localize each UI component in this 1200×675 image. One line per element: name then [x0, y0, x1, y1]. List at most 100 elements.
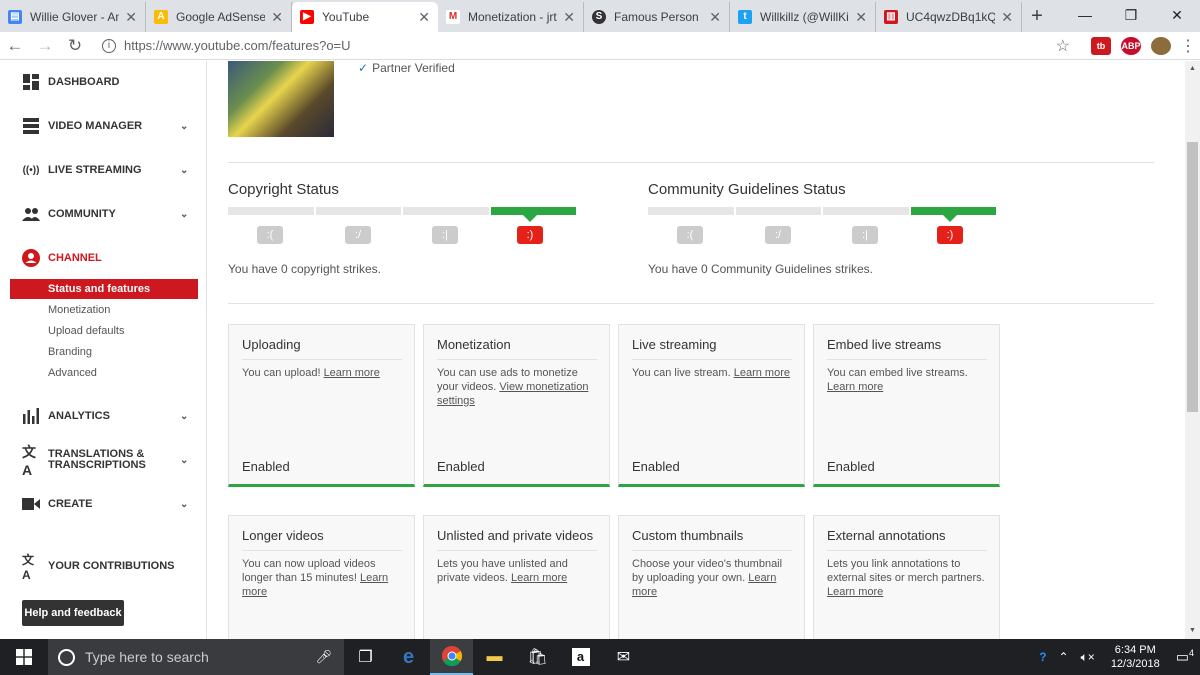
learn-more-link[interactable]: Learn more	[734, 367, 790, 379]
browser-tab[interactable]: t Willkillz (@WillKill ✕	[730, 2, 876, 32]
help-icon[interactable]: ?	[1033, 650, 1052, 664]
strike-segment	[403, 207, 489, 215]
profile-avatar-icon[interactable]	[1151, 36, 1171, 55]
notification-center-icon[interactable]: ▭4	[1170, 648, 1200, 666]
sidebar-item-channel[interactable]: CHANNEL	[0, 240, 200, 276]
close-window-icon[interactable]: ✕	[1154, 0, 1200, 30]
learn-more-link[interactable]: Learn more	[511, 572, 567, 584]
sidebar-item-community[interactable]: COMMUNITY ⌄	[0, 196, 200, 232]
chevron-down-icon[interactable]: ⌄	[180, 209, 200, 220]
forward-icon[interactable]: →	[30, 36, 60, 56]
learn-more-link[interactable]: Learn more	[827, 381, 883, 393]
new-tab-button[interactable]: +	[1022, 2, 1052, 32]
browser-tab-strip: ▤ Willie Glover - Am ✕ A Google AdSense …	[0, 0, 1200, 32]
edge-icon[interactable]: e	[387, 639, 430, 675]
sidebar-item-create[interactable]: CREATE ⌄	[0, 486, 200, 522]
card-title: External annotations	[827, 528, 987, 551]
close-icon[interactable]: ✕	[271, 9, 283, 26]
mail-icon[interactable]: ✉	[602, 639, 645, 675]
system-tray: ? ⌃ 🔈︎× 6:34 PM 12/3/2018 ▭4	[1033, 639, 1200, 675]
clock-date: 12/3/2018	[1110, 658, 1160, 670]
chevron-down-icon[interactable]: ⌄	[180, 165, 200, 176]
card-description: You can now upload videos longer than 15…	[242, 557, 404, 599]
sidebar-item-label: ANALYTICS	[48, 409, 110, 422]
browser-tab[interactable]: ▥ UC4qwzDBq1kQy ✕	[876, 2, 1022, 32]
volume-muted-icon[interactable]: 🔈︎×	[1075, 650, 1101, 665]
search-placeholder: Type here to search	[85, 649, 209, 665]
browser-tab[interactable]: M Monetization - jrtl ✕	[438, 2, 584, 32]
more-menu-icon[interactable]: ⋮	[1176, 36, 1200, 56]
sidebar-item-label: VIDEO MANAGER	[48, 119, 143, 132]
card-desc-text: You can upload!	[242, 367, 321, 379]
card-desc-text: You can embed live streams.	[827, 367, 968, 379]
close-icon[interactable]: ✕	[709, 9, 721, 26]
show-hidden-icons-chevron-up-icon[interactable]: ⌃	[1053, 650, 1075, 664]
close-icon[interactable]: ✕	[418, 9, 430, 26]
close-icon[interactable]: ✕	[563, 9, 575, 26]
notification-count: 4	[1188, 648, 1194, 659]
bookmark-star-icon[interactable]: ☆	[1056, 36, 1070, 56]
reload-icon[interactable]: ↻	[60, 36, 90, 56]
feature-card-uploading: Uploading You can upload! Learn more Ena…	[228, 324, 415, 487]
windows-start-icon[interactable]	[0, 639, 48, 675]
info-icon[interactable]: i	[102, 38, 116, 53]
scroll-down-icon[interactable]: ▼	[1185, 625, 1200, 637]
sidebar-subitem-status-and-features[interactable]: Status and features	[10, 279, 198, 299]
browser-tab-active[interactable]: ▶ YouTube ✕	[292, 2, 438, 32]
browser-tab[interactable]: A Google AdSense ✕	[146, 2, 292, 32]
sidebar-item-translations[interactable]: 文A TRANSLATIONS & TRANSCRIPTIONS ⌄	[0, 442, 200, 478]
strike-segment	[823, 207, 909, 215]
maximize-icon[interactable]: ❐	[1108, 0, 1154, 30]
sidebar-subitem-upload-defaults[interactable]: Upload defaults	[10, 321, 198, 341]
youtube-icon: ▶	[300, 10, 314, 24]
minimize-icon[interactable]: —	[1062, 0, 1108, 30]
tab-title: YouTube	[322, 10, 370, 24]
sidebar-item-dashboard[interactable]: DASHBOARD	[0, 64, 200, 100]
address-bar[interactable]: i https://www.youtube.com/features?o=U ☆	[94, 34, 1078, 58]
scroll-up-icon[interactable]: ▲	[1185, 63, 1200, 75]
close-icon[interactable]: ✕	[855, 9, 867, 26]
amazon-icon[interactable]: a	[559, 639, 602, 675]
task-view-icon[interactable]: ❐	[344, 639, 387, 675]
file-explorer-icon[interactable]: ▬	[473, 639, 516, 675]
learn-more-link[interactable]: Learn more	[324, 367, 380, 379]
scrollbar-thumb[interactable]	[1187, 142, 1198, 412]
close-icon[interactable]: ✕	[1001, 9, 1013, 26]
learn-more-link[interactable]: Learn more	[827, 586, 883, 598]
sidebar-item-your-contributions[interactable]: 文A YOUR CONTRIBUTIONS	[0, 548, 200, 584]
feature-card-external-annotations: External annotations Lets you link annot…	[813, 515, 1000, 639]
sidebar-item-video-manager[interactable]: VIDEO MANAGER ⌄	[0, 108, 200, 144]
close-icon[interactable]: ✕	[125, 9, 137, 26]
chevron-down-icon[interactable]: ⌄	[180, 455, 200, 466]
chevron-down-icon[interactable]: ⌄	[180, 121, 200, 132]
browser-tab[interactable]: S Famous Person Pr ✕	[584, 2, 730, 32]
help-and-feedback-button[interactable]: Help and feedback	[22, 600, 124, 626]
sidebar-subitem-branding[interactable]: Branding	[10, 342, 198, 362]
sidebar-item-label: YOUR CONTRIBUTIONS	[48, 559, 175, 572]
sidebar-subitem-monetization[interactable]: Monetization	[10, 300, 198, 320]
clock[interactable]: 6:34 PM 12/3/2018	[1101, 643, 1170, 671]
sidebar-subitem-advanced[interactable]: Advanced	[10, 363, 198, 383]
store-icon[interactable]: 🛍︎	[516, 639, 559, 675]
chevron-down-icon[interactable]: ⌄	[180, 499, 200, 510]
tab-title: Willie Glover - Am	[30, 10, 120, 24]
extension-adblock-icon[interactable]: ABP	[1121, 36, 1141, 55]
sidebar-item-live-streaming[interactable]: ((•)) LIVE STREAMING ⌄	[0, 152, 200, 188]
chrome-icon[interactable]	[430, 639, 473, 675]
url-text[interactable]: https://www.youtube.com/features?o=U	[124, 38, 1056, 53]
feature-card-custom-thumbnails: Custom thumbnails Choose your video's th…	[618, 515, 805, 639]
browser-tab[interactable]: ▤ Willie Glover - Am ✕	[0, 2, 146, 32]
taskbar-search-box[interactable]: Type here to search 🎤︎	[48, 639, 344, 675]
sad-face-icon: :(	[257, 226, 283, 244]
adsense-icon: A	[154, 10, 168, 24]
sidebar-item-analytics[interactable]: ANALYTICS ⌄	[0, 398, 200, 434]
twitter-icon: t	[738, 10, 752, 24]
chevron-down-icon[interactable]: ⌄	[180, 411, 200, 422]
dashboard-icon	[22, 73, 40, 91]
page-scrollbar[interactable]: ▲ ▼	[1185, 61, 1200, 639]
extension-tubebuddy-icon[interactable]: tb	[1091, 36, 1111, 55]
back-icon[interactable]: ←	[0, 36, 30, 56]
card-description: Lets you link annotations to external si…	[827, 557, 989, 599]
microphone-icon[interactable]: 🎤︎	[315, 649, 332, 665]
tab-title: Monetization - jrtl	[468, 10, 558, 24]
